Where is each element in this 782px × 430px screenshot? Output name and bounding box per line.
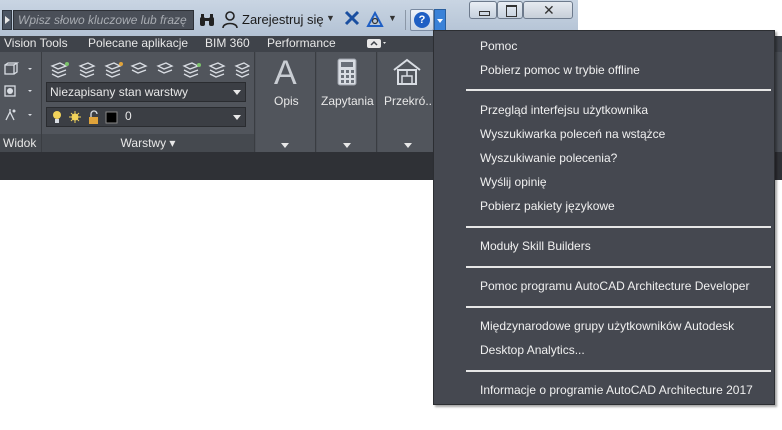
layer-properties-icons	[53, 110, 118, 124]
layer-tools-icon[interactable]	[50, 60, 250, 78]
menu-separator	[466, 370, 771, 372]
panel-widok-title[interactable]: Widok	[0, 134, 41, 152]
minimize-button[interactable]	[469, 1, 497, 19]
panel-widok: Widok	[0, 52, 42, 152]
section-house-icon	[393, 58, 421, 85]
panel-warstwy: Niezapisany stan warstwy 0 Warstwy ▾	[42, 52, 255, 152]
help-dropdown-button[interactable]	[434, 9, 446, 31]
search-expand-button[interactable]	[2, 10, 12, 30]
chevron-down-icon[interactable]	[404, 143, 412, 148]
menu-item-language-packs[interactable]: Pobierz pakiety językowe	[480, 197, 615, 215]
menu-separator	[466, 89, 771, 91]
user-icon[interactable]	[222, 11, 238, 29]
layer-select[interactable]: 0	[46, 107, 246, 127]
chevron-down-icon[interactable]	[281, 143, 289, 148]
view-cube-icon[interactable]	[4, 62, 34, 76]
chevron-down-icon[interactable]	[343, 143, 351, 148]
divider	[405, 10, 406, 30]
help-button[interactable]: ?	[410, 9, 434, 31]
menu-item-ribbon-command-finder[interactable]: Wyszukiwarka poleceń na wstążce	[480, 125, 665, 143]
tab-bim-360[interactable]: BIM 360	[205, 36, 250, 52]
chevron-down-icon[interactable]: ▼	[326, 13, 335, 23]
sign-in-label[interactable]: Zarejestruj się	[242, 12, 324, 27]
menu-item-user-groups[interactable]: Międzynarodowe grupy użytkowników Autode…	[480, 317, 734, 335]
menu-item-ui-overview[interactable]: Przegląd interfejsu użytkownika	[480, 101, 648, 119]
menu-item-developer-help[interactable]: Pomoc programu AutoCAD Architecture Deve…	[480, 277, 749, 295]
chevron-down-icon[interactable]: ▼	[388, 13, 397, 23]
menu-item-command-search[interactable]: Wyszukiwanie polecenia?	[480, 149, 617, 167]
tab-vision-tools[interactable]: Vision Tools	[4, 36, 68, 52]
menu-item-send-feedback[interactable]: Wyślij opinię	[480, 173, 547, 191]
viewport-config-icon[interactable]	[4, 108, 34, 122]
menu-separator	[466, 226, 771, 228]
layer-state-select[interactable]: Niezapisany stan warstwy	[46, 82, 246, 102]
help-menu: Pomoc Pobierz pomoc w trybie offline Prz…	[433, 30, 775, 405]
menu-item-download-offline-help[interactable]: Pobierz pomoc w trybie offline	[480, 61, 640, 79]
layer-state-value: Niezapisany stan warstwy	[50, 85, 189, 99]
przekroj-label: Przekró...	[384, 94, 436, 108]
panel-opis[interactable]: A Opis	[256, 52, 316, 152]
annotation-large-icon: A	[274, 54, 297, 92]
close-icon: ✕	[543, 2, 555, 18]
panel-przekroj[interactable]: Przekró...	[378, 52, 436, 152]
maximize-button[interactable]	[497, 1, 523, 19]
chevron-down-icon	[233, 90, 241, 95]
menu-separator	[466, 266, 771, 268]
opis-label: Opis	[274, 94, 299, 108]
binoculars-icon[interactable]	[199, 13, 215, 30]
menu-item-skill-builders[interactable]: Moduły Skill Builders	[480, 237, 591, 255]
panel-warstwy-label: Warstwy	[120, 136, 167, 150]
panel-zapytania[interactable]: Zapytania	[317, 52, 377, 152]
ribbon-minimize-toggle-icon[interactable]	[366, 38, 388, 49]
calculator-icon	[337, 58, 357, 86]
chevron-down-icon	[233, 115, 241, 120]
tab-performance[interactable]: Performance	[267, 36, 336, 52]
help-icon: ?	[414, 12, 430, 28]
tab-featured-apps[interactable]: Polecane aplikacje	[88, 36, 188, 52]
close-button[interactable]: ✕	[523, 1, 573, 19]
visual-style-icon[interactable]	[4, 84, 34, 98]
menu-separator	[466, 306, 771, 308]
menu-item-help[interactable]: Pomoc	[480, 37, 517, 55]
a360-icon[interactable]	[366, 10, 384, 29]
zapytania-label: Zapytania	[321, 94, 374, 108]
search-input[interactable]: Wpisz słowo kluczowe lub frazę	[13, 10, 194, 30]
panel-warstwy-title[interactable]: Warstwy ▾	[42, 134, 254, 152]
menu-item-about[interactable]: Informacje o programie AutoCAD Architect…	[480, 381, 753, 399]
menu-item-desktop-analytics[interactable]: Desktop Analytics...	[480, 341, 585, 359]
exchange-x-icon[interactable]	[344, 10, 360, 28]
current-layer-name: 0	[125, 109, 132, 123]
